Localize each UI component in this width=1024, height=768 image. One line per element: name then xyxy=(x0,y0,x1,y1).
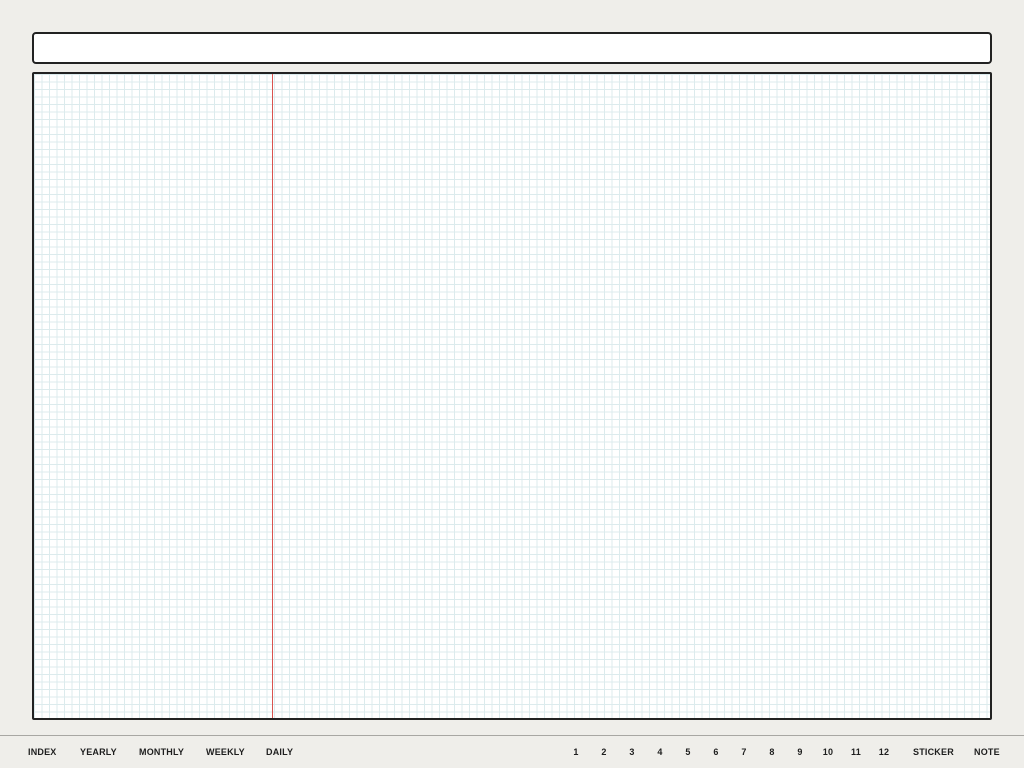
nav-index-link[interactable]: INDEX xyxy=(28,736,57,768)
nav-month-8[interactable]: 8 xyxy=(762,736,782,768)
nav-month-3[interactable]: 3 xyxy=(622,736,642,768)
nav-yearly-link[interactable]: YEARLY xyxy=(80,736,117,768)
nav-month-7[interactable]: 7 xyxy=(734,736,754,768)
nav-daily-link[interactable]: DAILY xyxy=(266,736,293,768)
nav-month-10[interactable]: 10 xyxy=(818,736,838,768)
margin-line xyxy=(272,74,273,718)
nav-monthly-link[interactable]: MONTHLY xyxy=(139,736,184,768)
nav-month-12[interactable]: 12 xyxy=(874,736,894,768)
nav-weekly-link[interactable]: WEEKLY xyxy=(206,736,245,768)
nav-month-4[interactable]: 4 xyxy=(650,736,670,768)
bottom-navigation: INDEX YEARLY MONTHLY WEEKLY DAILY 1 2 3 … xyxy=(0,736,1024,768)
nav-sticker-link[interactable]: STICKER xyxy=(913,736,954,768)
grid-writing-area[interactable] xyxy=(32,72,992,720)
nav-month-11[interactable]: 11 xyxy=(846,736,866,768)
nav-note-link[interactable]: NOTE xyxy=(974,736,1000,768)
title-field[interactable] xyxy=(32,32,992,64)
nav-month-1[interactable]: 1 xyxy=(566,736,586,768)
nav-month-6[interactable]: 6 xyxy=(706,736,726,768)
nav-month-2[interactable]: 2 xyxy=(594,736,614,768)
nav-month-9[interactable]: 9 xyxy=(790,736,810,768)
nav-month-5[interactable]: 5 xyxy=(678,736,698,768)
